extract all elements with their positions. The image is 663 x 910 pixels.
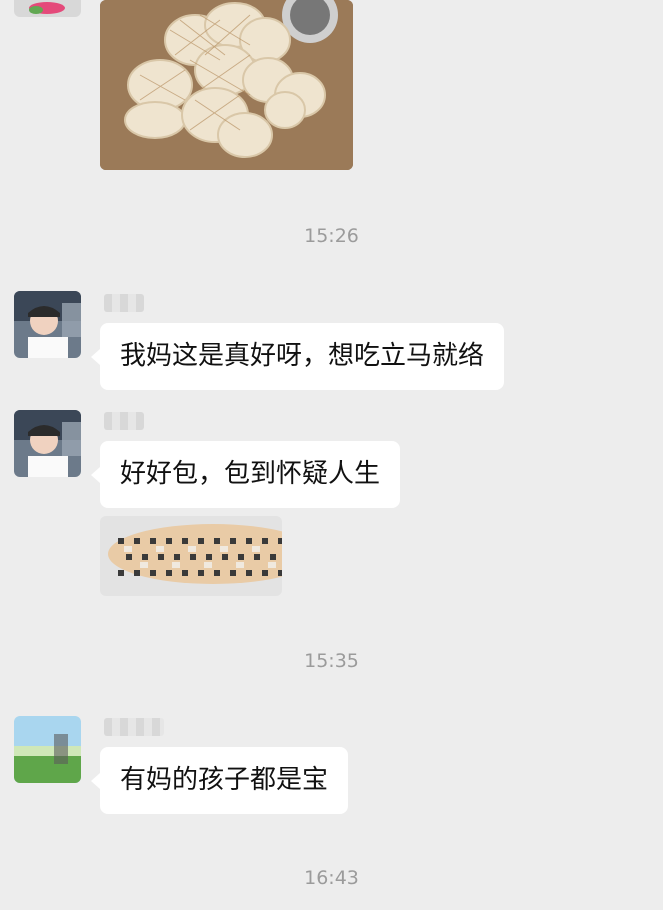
avatar-sender-2[interactable] bbox=[14, 716, 81, 783]
timestamp: 15:35 bbox=[304, 650, 359, 672]
sender-name-blurred bbox=[104, 294, 144, 312]
sender-name-blurred bbox=[104, 412, 144, 430]
avatar-sender-top[interactable] bbox=[14, 0, 81, 17]
timestamp: 15:26 bbox=[304, 225, 359, 247]
message-bubble[interactable]: 我妈这是真好呀，想吃立马就络 bbox=[90, 323, 505, 390]
avatar-sender-1[interactable] bbox=[14, 410, 81, 477]
sticker-message-blurred[interactable] bbox=[100, 516, 282, 596]
sender-name-blurred bbox=[104, 718, 164, 736]
avatar-sender-1[interactable] bbox=[14, 291, 81, 358]
image-message-flatbread[interactable] bbox=[100, 0, 353, 170]
message-bubble[interactable]: 好好包，包到怀疑人生 bbox=[90, 441, 401, 508]
message-bubble[interactable]: 有妈的孩子都是宝 bbox=[90, 747, 349, 814]
timestamp: 16:43 bbox=[304, 867, 359, 889]
